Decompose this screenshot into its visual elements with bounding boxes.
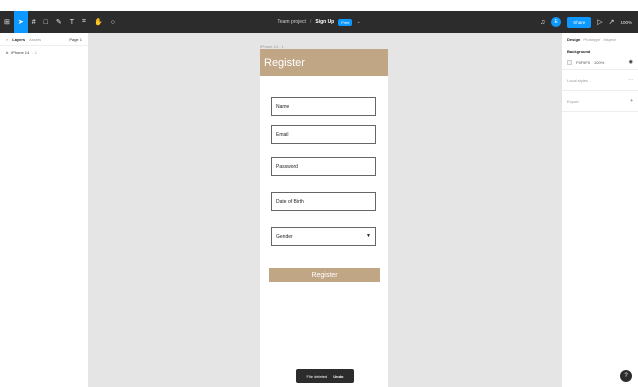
email-field-label: Email xyxy=(276,131,289,138)
file-name[interactable]: Sign Up xyxy=(315,19,334,25)
password-field-label: Password xyxy=(276,163,298,170)
tab-design[interactable]: Design xyxy=(567,37,580,42)
hand-tool-icon[interactable]: ✋ xyxy=(90,11,107,33)
background-section: Background F5F5F5 100% ◉ xyxy=(562,45,638,70)
settings-icon[interactable]: ⋯ xyxy=(628,77,633,83)
main-menu-icon[interactable]: ⊞ xyxy=(0,11,14,33)
share-button[interactable]: Share xyxy=(567,16,592,28)
name-field[interactable]: Name xyxy=(271,97,376,116)
left-panel-tabs: ⌕ Layers Assets Page 1 xyxy=(0,33,88,45)
design-canvas[interactable]: iPhone 14 - 1 Register Name Email Passwo… xyxy=(89,33,561,387)
top-toolbar: ⊞ ➤ # □ ✎ T ⌗ ✋ ○ Team project / Sign Up… xyxy=(0,11,638,33)
background-title: Background xyxy=(567,49,591,54)
present-icon[interactable]: ▷ xyxy=(597,18,602,26)
export-label: Export xyxy=(567,98,579,104)
bg-color-value[interactable]: F5F5F5 xyxy=(576,60,590,65)
move-tool-icon[interactable]: ➤ xyxy=(13,11,28,33)
right-panel-tabs: Design Prototype Inspect xyxy=(562,33,638,45)
dob-field-label: Date of Birth xyxy=(276,198,304,205)
headphones-icon[interactable]: ♫ xyxy=(540,19,545,26)
tool-group: ⊞ ➤ # □ ✎ T ⌗ ✋ ○ xyxy=(0,11,119,33)
background-row: F5F5F5 100% ◉ xyxy=(567,59,633,65)
tab-inspect[interactable]: Inspect xyxy=(603,37,616,42)
toast-message: File deleted xyxy=(306,373,328,379)
chevron-down-icon[interactable]: ⌄ xyxy=(356,19,360,25)
tab-layers[interactable]: Layers xyxy=(12,37,25,42)
comment-icon[interactable]: ○ xyxy=(107,11,119,33)
zoom-level[interactable]: 100% xyxy=(620,20,632,25)
plus-icon[interactable]: + xyxy=(630,98,633,104)
search-icon[interactable]: ⌕ xyxy=(6,37,8,42)
local-styles-label: Local styles xyxy=(567,77,588,83)
gesture-icon[interactable]: ↗ xyxy=(609,18,615,26)
tab-prototype[interactable]: Prototype xyxy=(583,37,600,42)
local-styles-section: Local styles ⋯ xyxy=(562,70,638,91)
undo-button[interactable]: Undo xyxy=(333,374,343,379)
export-section: Export + xyxy=(562,91,638,112)
local-styles-row: Local styles ⋯ xyxy=(567,74,633,86)
eye-icon[interactable]: ◉ xyxy=(629,59,633,65)
frame-tool-icon[interactable]: # xyxy=(28,11,40,33)
toast-notification: File deleted Undo xyxy=(296,369,354,383)
plan-badge: Free xyxy=(338,18,353,26)
name-field-label: Name xyxy=(276,103,290,110)
path-separator: / xyxy=(309,19,312,25)
help-icon[interactable]: ? xyxy=(620,370,632,382)
gender-select[interactable]: Gender ▼ xyxy=(271,227,376,246)
pen-tool-icon[interactable]: ✎ xyxy=(52,11,66,33)
properties-panel: Design Prototype Inspect Background F5F5… xyxy=(561,33,638,387)
layer-name: iPhone 14 xyxy=(11,49,30,55)
resources-icon[interactable]: ⌗ xyxy=(78,11,90,33)
bg-opacity-value[interactable]: 100% xyxy=(594,60,604,65)
text-tool-icon[interactable]: T xyxy=(66,11,78,33)
shape-tool-icon[interactable]: □ xyxy=(40,11,52,33)
layer-row-iphone-14[interactable]: # iPhone 14 - 1 xyxy=(0,46,88,58)
toolbar-right: ♫ E Share ▷ ↗ 100% xyxy=(540,11,632,33)
password-field[interactable]: Password xyxy=(271,157,376,176)
iphone-frame[interactable]: Register Name Email Password Date of Bir… xyxy=(260,49,388,387)
tab-assets[interactable]: Assets xyxy=(29,37,41,42)
chevron-down-icon: ▼ xyxy=(366,233,371,239)
register-button[interactable]: Register xyxy=(269,268,380,282)
layers-panel: ⌕ Layers Assets Page 1 # iPhone 14 - 1 xyxy=(0,33,89,387)
export-row: Export + xyxy=(567,95,633,107)
page-selector[interactable]: Page 1 xyxy=(69,37,82,42)
project-name: Team project xyxy=(277,19,306,25)
dob-field[interactable]: Date of Birth xyxy=(271,192,376,211)
avatar[interactable]: E xyxy=(551,17,562,27)
register-header: Register xyxy=(260,49,388,76)
layer-sub: - 1 xyxy=(32,49,37,55)
gender-select-label: Gender xyxy=(276,233,293,240)
email-field[interactable]: Email xyxy=(271,125,376,144)
color-swatch[interactable] xyxy=(567,59,572,65)
frame-icon: # xyxy=(6,49,9,55)
